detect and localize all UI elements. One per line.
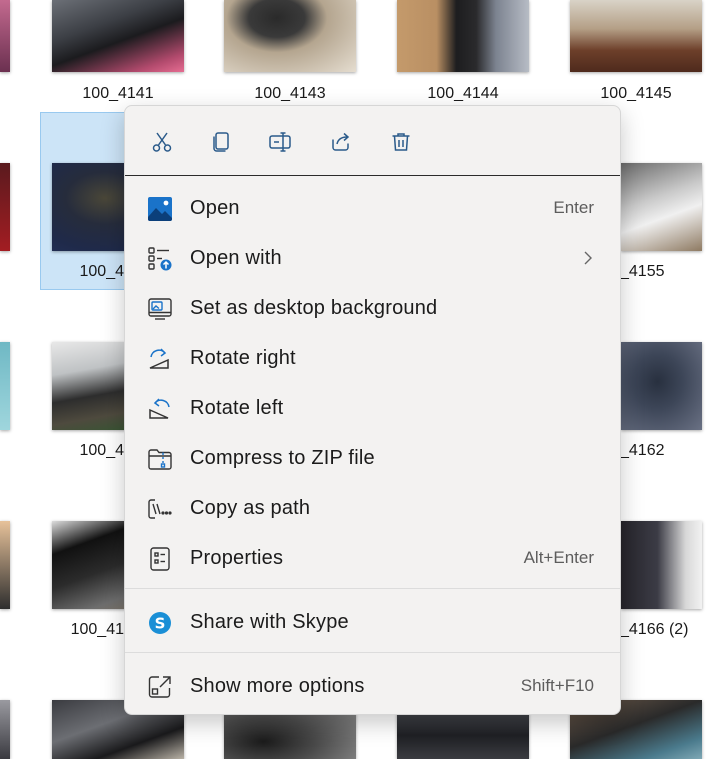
menu-item-rotate-right[interactable]: Rotate right	[131, 336, 614, 380]
copy-button[interactable]	[204, 125, 238, 159]
thumbnail-partial-left[interactable]	[0, 521, 10, 609]
menu-item-label: Open	[190, 197, 240, 219]
copy-path-icon	[147, 496, 173, 522]
menu-item-rotate-left[interactable]: Rotate left	[131, 386, 614, 430]
menu-item-open-with[interactable]: Open with	[131, 236, 614, 280]
menu-item-open[interactable]: Open Enter	[131, 186, 614, 230]
file-name[interactable]: 100_4143	[210, 85, 370, 103]
share-button[interactable]	[324, 125, 358, 159]
rename-button[interactable]	[264, 125, 298, 159]
skype-icon: S	[147, 610, 173, 636]
properties-icon	[147, 546, 173, 572]
menu-item-share-with-skype[interactable]: S Share with Skype	[131, 600, 614, 644]
menu-item-compress-zip[interactable]: Compress to ZIP file	[131, 436, 614, 480]
thumbnail-_4162[interactable]	[621, 342, 702, 430]
toolbar-divider	[125, 175, 620, 176]
file-name[interactable]: _4155	[620, 263, 700, 281]
cut-button[interactable]	[145, 125, 179, 159]
share-icon	[332, 132, 350, 151]
thumbnail-100_4141[interactable]	[52, 0, 184, 72]
thumbnail-partial-left[interactable]	[0, 342, 10, 430]
context-menu-toolbar	[125, 106, 620, 176]
menu-item-properties[interactable]: Properties Alt+Enter	[131, 536, 614, 580]
rotate-right-icon	[147, 346, 173, 372]
file-name[interactable]: 100_41	[2, 621, 124, 639]
chevron-right-icon	[582, 250, 594, 271]
menu-item-label: Show more options	[190, 675, 365, 697]
file-name[interactable]: 100_4145	[556, 85, 716, 103]
thumbnail-_4155[interactable]	[621, 163, 702, 251]
desktop-background-icon	[147, 296, 173, 322]
file-name[interactable]: 100_4141	[38, 85, 198, 103]
file-name[interactable]: _4166 (2)	[620, 621, 710, 639]
rotate-left-icon	[147, 396, 173, 422]
shortcut-text: Shift+F10	[520, 676, 594, 695]
shortcut-text: Enter	[553, 198, 594, 217]
more-options-icon	[147, 674, 173, 700]
menu-divider	[125, 652, 620, 653]
open-with-icon	[147, 246, 173, 272]
thumbnail-100_4144[interactable]	[397, 0, 529, 72]
delete-button[interactable]	[384, 125, 418, 159]
menu-item-label: Open with	[190, 247, 282, 269]
thumbnail-partial-left[interactable]	[0, 0, 10, 72]
thumbnail-100_4143[interactable]	[224, 0, 356, 72]
image-icon	[147, 196, 173, 222]
menu-item-label: Compress to ZIP file	[190, 447, 375, 469]
menu-item-label: Properties	[190, 547, 284, 569]
menu-item-label: Copy as path	[190, 497, 311, 519]
menu-item-label: Share with Skype	[190, 611, 349, 633]
delete-icon	[392, 133, 410, 151]
zip-folder-icon	[147, 446, 173, 472]
file-name[interactable]: 100_4	[2, 442, 125, 460]
menu-item-label: Set as desktop background	[190, 297, 438, 319]
menu-item-copy-as-path[interactable]: Copy as path	[131, 486, 614, 530]
menu-divider	[125, 588, 620, 589]
menu-item-label: Rotate right	[190, 347, 296, 369]
menu-item-set-desktop-background[interactable]: Set as desktop background	[131, 286, 614, 330]
file-name[interactable]: _4162	[620, 442, 700, 460]
file-name[interactable]: 100_4	[2, 263, 125, 281]
context-menu: Open Enter Open with Set as desktop back…	[124, 105, 621, 715]
file-name[interactable]: 100_4144	[383, 85, 543, 103]
svg-text:S: S	[155, 615, 166, 633]
menu-item-show-more-options[interactable]: Show more options Shift+F10	[131, 664, 614, 708]
shortcut-text: Alt+Enter	[523, 548, 594, 567]
copy-icon	[213, 132, 229, 152]
menu-item-label: Rotate left	[190, 397, 284, 419]
thumbnail-partial-left[interactable]	[0, 163, 10, 251]
thumbnail-partial-left[interactable]	[0, 700, 10, 759]
rename-icon	[269, 132, 291, 152]
thumbnail-_4166-2[interactable]	[621, 521, 702, 609]
cut-icon	[152, 132, 172, 152]
thumbnail-100_4145[interactable]	[570, 0, 702, 72]
